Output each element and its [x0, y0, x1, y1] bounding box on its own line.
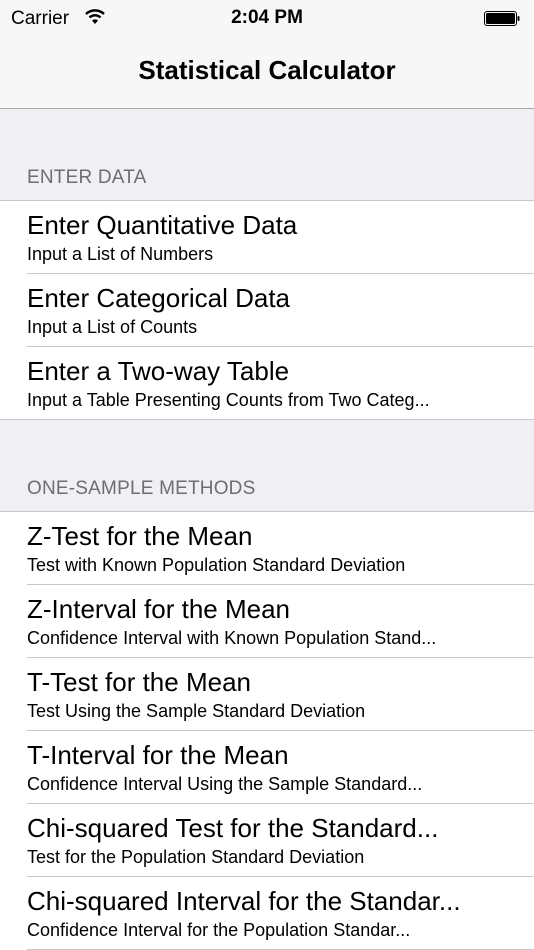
list-item-title: Chi-squared Test for the Standard... [27, 813, 439, 843]
section-header-label: ENTER DATA [27, 167, 147, 188]
battery-icon [484, 11, 520, 26]
list-item-enter-categorical-data[interactable]: Enter Categorical Data Input a List of C… [0, 274, 534, 347]
list-item-z-test-mean[interactable]: Z-Test for the Mean Test with Known Popu… [0, 512, 534, 585]
list-item-title: Enter Quantitative Data [27, 210, 298, 240]
list-item-subtitle: Input a List of Numbers [27, 244, 214, 264]
list-item-subtitle: Test for the Population Standard Deviati… [27, 847, 365, 867]
list-item-title: Z-Test for the Mean [27, 521, 253, 551]
list-item-subtitle: Confidence Interval for the Population S… [27, 920, 411, 940]
table-view[interactable]: ENTER DATA Enter Quantitative Data Input… [0, 109, 534, 950]
list-item-t-interval-mean[interactable]: T-Interval for the Mean Confidence Inter… [0, 731, 534, 804]
list-item-chi-squared-test-sd[interactable]: Chi-squared Test for the Standard... Tes… [0, 804, 534, 877]
list-item-title: Z-Interval for the Mean [27, 594, 290, 624]
list-item-subtitle: Test Using the Sample Standard Deviation [27, 701, 366, 721]
page-title: Statistical Calculator [138, 55, 396, 85]
list-item-enter-quantitative-data[interactable]: Enter Quantitative Data Input a List of … [0, 201, 534, 274]
list-item-chi-squared-interval-sd[interactable]: Chi-squared Interval for the Standar... … [0, 877, 534, 950]
list-item-subtitle: Input a List of Counts [27, 317, 198, 337]
section-header-label: ONE-SAMPLE METHODS [27, 478, 256, 499]
list-item-title: T-Interval for the Mean [27, 740, 289, 770]
list-item-enter-two-way-table[interactable]: Enter a Two-way Table Input a Table Pres… [0, 347, 534, 420]
list-item-t-test-mean[interactable]: T-Test for the Mean Test Using the Sampl… [0, 658, 534, 731]
list-item-title: Chi-squared Interval for the Standar... [27, 886, 461, 916]
list-item-subtitle: Test with Known Population Standard Devi… [27, 555, 406, 575]
status-time: 2:04 PM [231, 7, 303, 28]
status-bar: Carrier 2:04 PM [0, 0, 534, 40]
list-item-subtitle: Confidence Interval with Known Populatio… [27, 628, 437, 648]
list-item-subtitle: Input a Table Presenting Counts from Two… [27, 390, 430, 410]
list-item-title: Enter Categorical Data [27, 283, 291, 313]
section-header-one-sample-methods: ONE-SAMPLE METHODS [0, 420, 534, 512]
list-item-z-interval-mean[interactable]: Z-Interval for the Mean Confidence Inter… [0, 585, 534, 658]
section-header-enter-data: ENTER DATA [0, 109, 534, 201]
list-item-title: Enter a Two-way Table [27, 356, 290, 386]
navigation-bar: Statistical Calculator [0, 40, 534, 109]
list-item-subtitle: Confidence Interval Using the Sample Sta… [27, 774, 423, 794]
list-item-title: T-Test for the Mean [27, 667, 251, 697]
